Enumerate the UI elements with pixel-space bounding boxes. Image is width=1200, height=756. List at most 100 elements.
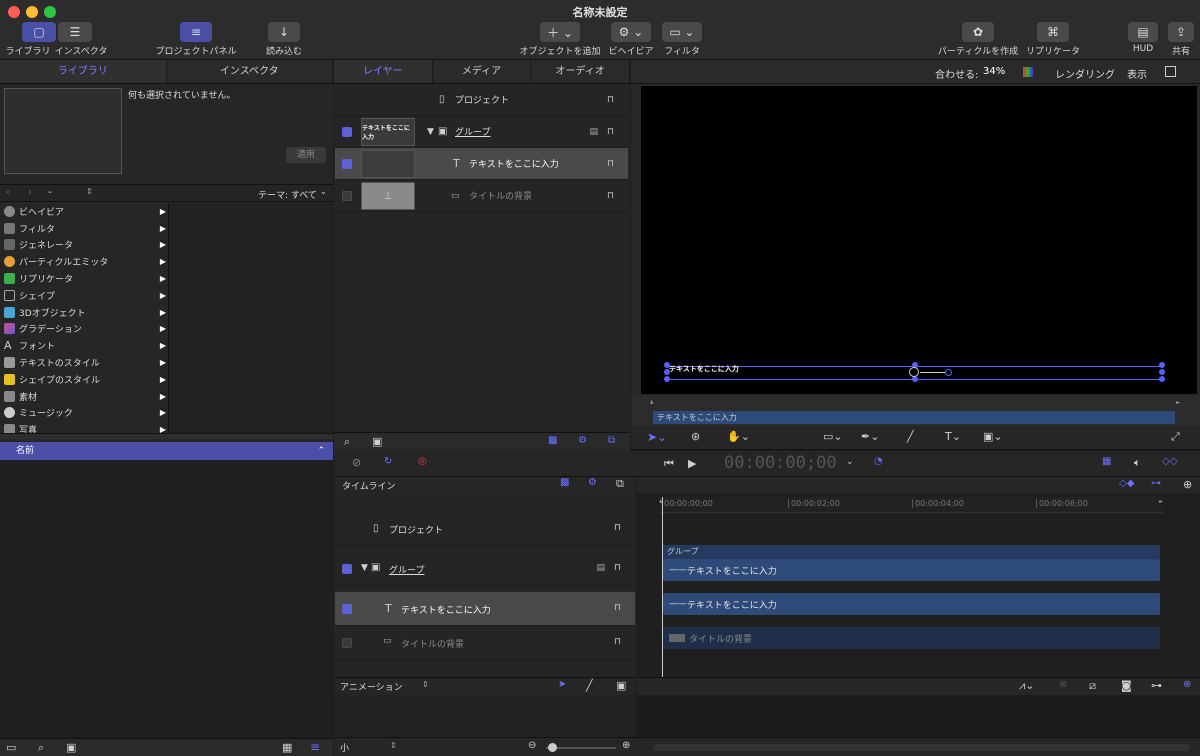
category-replicators[interactable]: リプリケータ ▶ [0,270,168,287]
group-visibility-checkbox[interactable] [342,127,352,137]
size-popup[interactable]: 小 [340,741,349,754]
lock-icon[interactable]: ⊓ [614,563,621,573]
waveform-icon[interactable]: ⩘⌄ [1019,679,1034,693]
gear-icon[interactable]: ⚙ [588,477,597,488]
mini-out-point-icon[interactable]: ⍅ [1175,398,1180,408]
list-view-icon[interactable]: ≡ [310,740,320,754]
add-object-button[interactable]: ＋ ⌄ [540,22,580,42]
rotation-handle[interactable] [945,369,952,376]
library-button[interactable]: ▢ [22,22,56,42]
hand-tool-icon[interactable]: ✋⌄ [727,430,750,443]
lock-icon[interactable]: ⊓ [607,127,614,137]
fit-curve-icon[interactable]: ⧄ [1089,679,1096,693]
snapping-icon[interactable]: ⊶ [1151,478,1161,489]
mini-playhead-icon[interactable]: ⍖ [649,398,654,408]
canvas[interactable]: テキストをここに入力 [641,86,1197,394]
paint-stroke-icon[interactable]: ╱ [907,430,914,443]
tab-inspector[interactable]: インスペクタ [167,60,333,83]
timecode-display[interactable]: 00:00:00;00 [724,453,837,473]
tab-audio[interactable]: オーディオ [531,60,631,83]
lock-icon[interactable]: ⊓ [607,191,614,201]
record-icon[interactable]: ◎ [418,456,427,467]
handle-br[interactable] [1159,376,1165,382]
import-button[interactable]: ↓ [268,22,300,42]
lock-icon[interactable]: ⊓ [614,523,621,533]
timecode-chevron-icon[interactable]: ⌄ [846,457,854,467]
timeline-ruler[interactable]: 00:00:00;00 00:00:02;00 00:00:04;00 00:0… [660,497,1163,513]
zoom-slider-knob[interactable] [548,743,557,752]
out-point-icon[interactable]: ⍅ [1158,497,1163,507]
snapping-icon[interactable]: ⊶ [1151,679,1162,692]
group-visibility-checkbox[interactable] [342,564,352,574]
text-visibility-checkbox[interactable] [342,159,352,169]
curve-editor-icon[interactable]: ▣ [616,679,626,692]
category-generators[interactable]: ジェネレータ ▶ [0,237,168,254]
theme-popup[interactable]: テーマ: すべて [258,188,317,201]
back-arrow-icon[interactable]: ‹ [6,187,10,198]
replicate-button[interactable]: ⌘ [1037,22,1069,42]
lock-icon[interactable]: ⊓ [614,637,621,647]
grid-icon[interactable]: ▩ [560,477,569,488]
layer-row-group[interactable]: テキストをここに入力 ▼ ▣ グループ ▤ ⊓ [335,116,628,148]
zoom-in-icon[interactable]: ⊕ [622,740,630,751]
layer-row-text[interactable]: T テキストをここに入力 ⊓ [335,148,628,180]
category-music[interactable]: ミュージック ▶ [0,405,168,422]
canvas-text[interactable]: テキストをここに入力 [669,364,739,374]
snapshot-icon[interactable]: ◙ [1121,679,1132,692]
3d-transform-icon[interactable]: ⊛ [691,430,700,443]
timeline-row-title-background[interactable]: ▭ タイトルの背景 ⊓ [335,626,635,660]
apply-button[interactable]: 適用 [286,147,326,163]
text-track-bar-2[interactable]: —— テキストをここに入力 [663,593,1160,615]
group-track-bar[interactable]: グループ [663,545,1160,559]
film-icon[interactable]: ▦ [1102,456,1111,467]
zoom-popup[interactable]: 34% [983,66,1005,77]
text-visibility-checkbox[interactable] [342,604,352,614]
project-panel-button[interactable]: ≡ [180,22,212,42]
keyframe-nav-icon[interactable]: ◇◆ [1119,478,1134,489]
category-shapes[interactable]: シェイプ ▶ [0,287,168,304]
playhead-icon[interactable]: ⍖ [658,497,663,507]
disclosure-down-icon[interactable]: ▼ [361,563,368,573]
mini-timeline-bar[interactable]: テキストをここに入力 [653,411,1175,424]
select-tool-icon[interactable]: ➤⌄ [647,430,667,444]
preview-icon[interactable]: ▣ [66,741,76,754]
audio-icon[interactable]: 🔈︎ [1134,456,1141,470]
handle-l[interactable] [664,369,670,375]
layout-icon[interactable] [1165,66,1176,77]
disclosure-down-icon[interactable]: ▼ [427,127,434,137]
channels-icon[interactable] [1023,67,1033,77]
zoom-in-icon[interactable]: ⊕ [1183,478,1192,491]
make-particles-button[interactable]: ✿ [962,22,994,42]
layer-row-project[interactable]: ▯ プロジェクト ⊓ [335,84,628,116]
pen-tool-icon[interactable]: ✒⌄ [861,430,879,443]
inspector-button[interactable]: ☰ [58,22,92,42]
text-tool-icon[interactable]: T⌄ [945,430,961,443]
go-to-start-icon[interactable]: ⏮ [664,457,674,471]
handle-bl[interactable] [664,376,670,382]
category-filters[interactable]: フィルタ ▶ [0,220,168,237]
lock-icon[interactable]: ⊓ [614,603,621,613]
path-popup[interactable]: - [48,187,52,198]
gear-icon[interactable]: ⚙ [578,435,587,446]
render-popup[interactable]: レンダリング [1055,66,1115,81]
timeline-row-text[interactable]: T テキストをここに入力 ⊓ [335,592,635,626]
category-shape-styles[interactable]: シェイプのスタイル ▶ [0,371,168,388]
forward-arrow-icon[interactable]: › [28,187,32,198]
folder-icon[interactable]: ▭ [6,741,16,754]
tab-layers[interactable]: レイヤー [334,60,433,83]
name-column-header[interactable]: 名前 ⌃ [0,442,333,460]
grid-view-icon[interactable]: ▦ [282,741,292,754]
handle-tr[interactable] [1159,362,1165,368]
category-behaviors[interactable]: ビヘイビア ▶ [0,203,168,220]
hud-button[interactable]: ▤ [1128,22,1158,42]
handle-r[interactable] [1159,369,1165,375]
bg-visibility-checkbox[interactable] [342,191,352,201]
timeline-row-group[interactable]: ▼ ▣ グループ ▤ ⊓ [335,552,635,586]
timeline-row-project[interactable]: ▯ プロジェクト ⊓ [335,512,635,546]
playback-speed-icon[interactable]: ◔ [874,456,883,467]
lock-icon[interactable]: ⊓ [607,95,614,105]
share-button[interactable]: ⇪ [1168,22,1194,42]
animation-popup[interactable]: アニメーション [340,680,403,693]
bg-track-bar[interactable]: タイトルの背景 [663,627,1160,649]
filters-button[interactable]: ▭ ⌄ [662,22,702,42]
